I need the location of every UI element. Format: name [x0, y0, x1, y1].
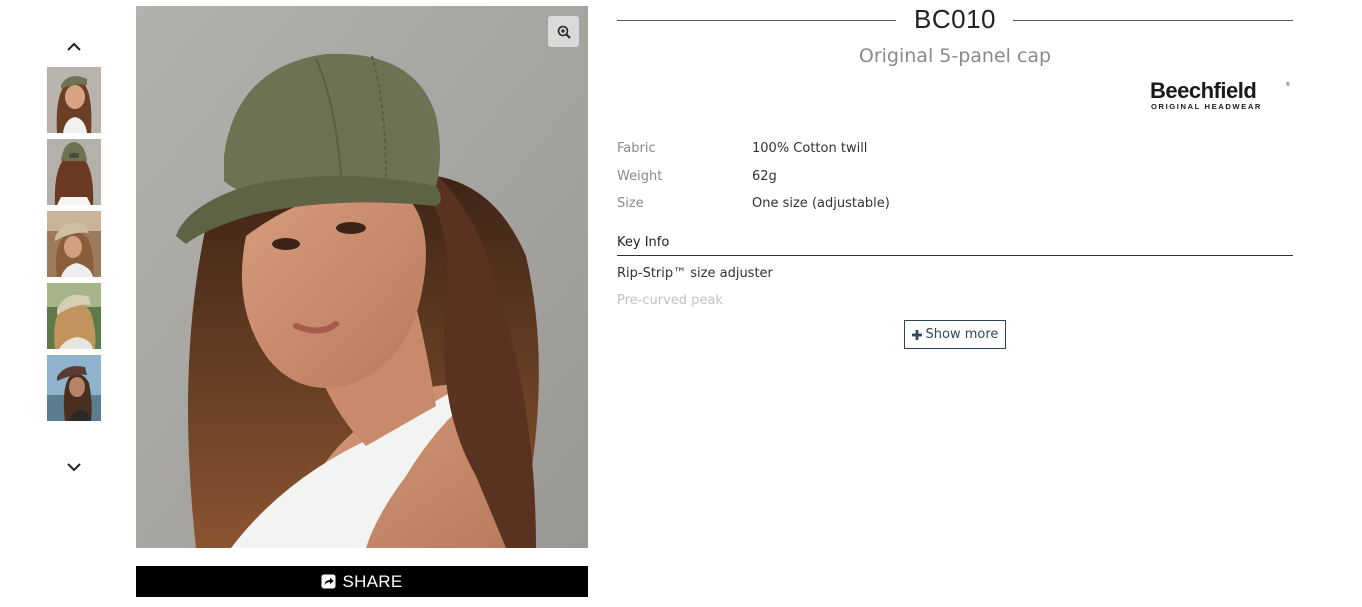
thumbnail-scroll-up-button[interactable]	[47, 36, 101, 58]
thumbnail-1[interactable]	[47, 67, 101, 133]
chevron-up-icon	[67, 42, 81, 51]
thumbnail-image	[47, 283, 101, 349]
spec-label: Weight	[617, 169, 663, 184]
thumbnail-image	[47, 139, 101, 205]
show-more-button[interactable]: Show more	[904, 320, 1006, 349]
thumbnail-image	[47, 355, 101, 421]
thumbnail-image	[47, 211, 101, 277]
product-details: BC010 Original 5-panel cap Beechfield ® …	[617, 0, 1293, 349]
product-photo	[136, 6, 588, 548]
main-product-image[interactable]	[136, 6, 588, 548]
brand-logo: Beechfield ® ORIGINAL HEADWEAR	[1150, 78, 1290, 111]
product-code-header: BC010	[617, 0, 1293, 40]
svg-text:Beechfield: Beechfield	[1150, 78, 1256, 103]
zoom-button[interactable]	[548, 16, 579, 47]
thumbnail-4[interactable]	[47, 283, 101, 349]
spec-label: Fabric	[617, 141, 656, 156]
product-page: SHARE BC010 Original 5-panel cap Beechfi…	[0, 0, 1362, 607]
thumbnail-5[interactable]	[47, 355, 101, 421]
share-icon	[321, 574, 336, 589]
thumbnail-scroll-down-button[interactable]	[47, 456, 101, 478]
key-info-heading: Key Info	[617, 235, 670, 250]
show-more-label: Show more	[925, 327, 999, 342]
thumbnail-image	[47, 67, 101, 133]
svg-text:ORIGINAL HEADWEAR: ORIGINAL HEADWEAR	[1151, 102, 1262, 111]
key-info-item: Rip-Strip™ size adjuster	[617, 266, 773, 281]
product-name: Original 5-panel cap	[858, 45, 1052, 67]
divider	[1013, 20, 1293, 21]
divider	[617, 255, 1293, 256]
spec-value: 62g	[752, 169, 777, 184]
spec-value: One size (adjustable)	[752, 196, 890, 211]
zoom-in-icon	[557, 25, 571, 39]
svg-text:®: ®	[1286, 81, 1290, 88]
chevron-down-icon	[67, 463, 81, 472]
share-button[interactable]: SHARE	[136, 566, 588, 597]
thumbnail-3[interactable]	[47, 211, 101, 277]
spec-label: Size	[617, 196, 644, 211]
share-label: SHARE	[342, 571, 403, 591]
thumbnail-2[interactable]	[47, 139, 101, 205]
spec-value: 100% Cotton twill	[752, 141, 868, 156]
plus-icon	[911, 329, 922, 340]
key-info-item: Pre-curved peak	[617, 293, 723, 308]
